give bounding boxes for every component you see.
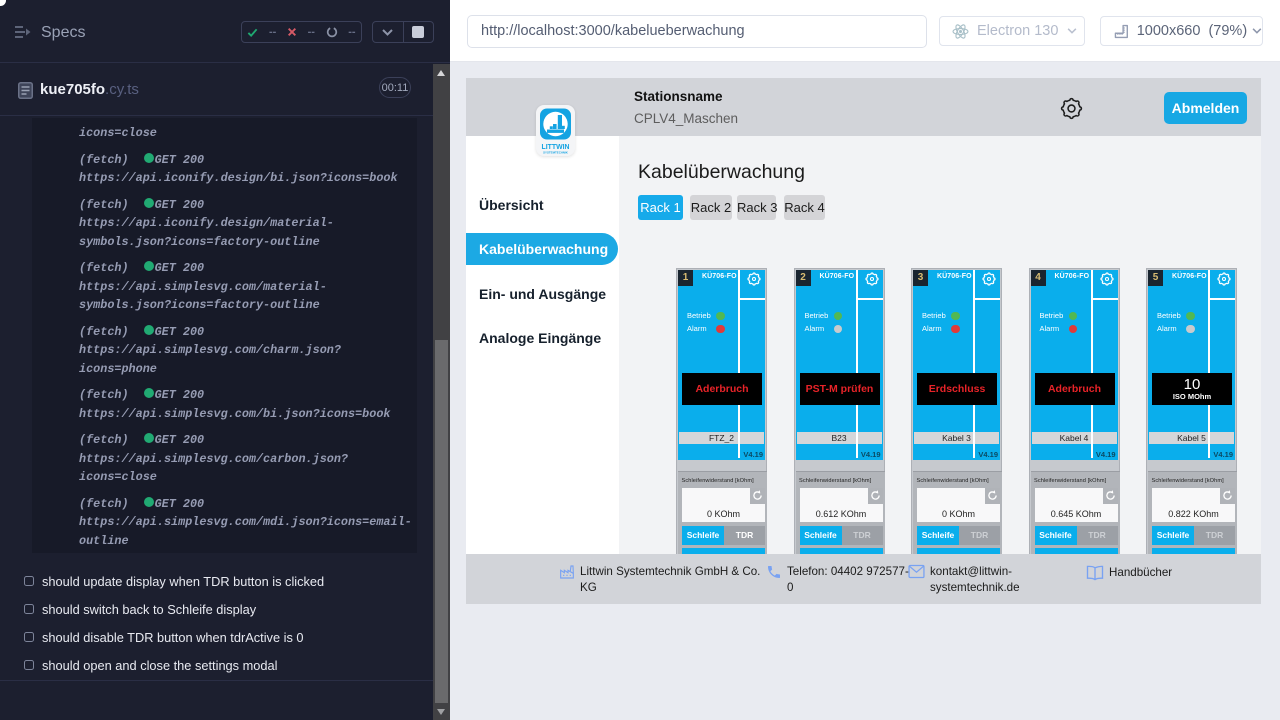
svg-text:SYSTEMTECHNIK: SYSTEMTECHNIK [543,151,569,155]
